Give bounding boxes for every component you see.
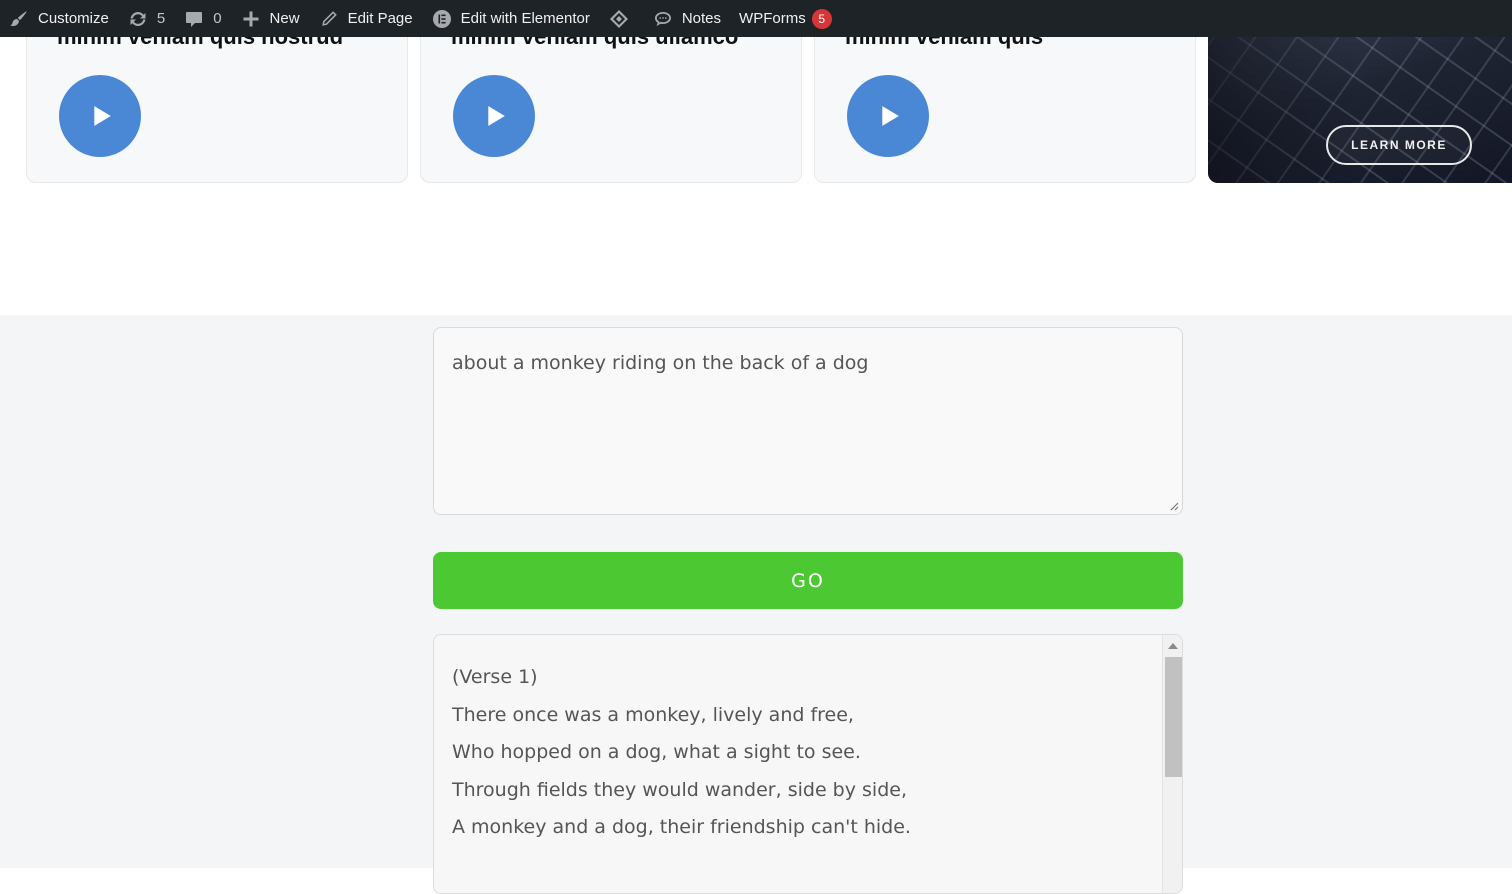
play-button[interactable] [847, 75, 929, 157]
output-line: There once was a monkey, lively and free… [452, 703, 854, 726]
comments-count: 0 [213, 10, 222, 27]
output-line: Through fields they would wander, side b… [452, 778, 907, 801]
output-line: Who hopped on a dog, what a sight to see… [452, 741, 861, 763]
notes-link[interactable]: Notes [643, 0, 730, 37]
customize-link[interactable]: Customize [0, 0, 118, 37]
resize-handle-icon[interactable] [1169, 501, 1179, 511]
play-icon [94, 106, 111, 126]
new-label: New [269, 10, 300, 27]
video-cards-section: minim veniam quis nostrud minim veniam q… [0, 37, 1512, 315]
comment-icon [183, 8, 205, 30]
brush-icon [8, 8, 30, 30]
play-icon [882, 106, 899, 126]
scrollbar-thumb[interactable] [1165, 657, 1182, 777]
prompt-text: about a monkey riding on the back of a d… [452, 352, 869, 374]
pencil-icon [318, 8, 340, 30]
notes-label: Notes [681, 10, 722, 27]
output-scrollbar[interactable] [1162, 635, 1182, 893]
edit-with-elementor-label: Edit with Elementor [460, 10, 590, 27]
play-icon [488, 106, 505, 126]
video-card: minim veniam quis ullamco [420, 37, 802, 183]
edit-with-elementor-link[interactable]: Edit with Elementor [422, 0, 599, 37]
output-line: A monkey and a dog, their friendship can… [452, 816, 911, 838]
new-content-link[interactable]: New [231, 0, 309, 37]
video-card: minim veniam quis nostrud [26, 37, 408, 183]
updates-count: 5 [156, 10, 166, 27]
plus-icon [240, 8, 262, 30]
card-title: minim veniam quis nostrud [57, 37, 343, 50]
comments-link[interactable]: 0 [174, 0, 230, 37]
song-generator-section: about a monkey riding on the back of a d… [0, 315, 1512, 894]
scroll-up-arrow-icon[interactable] [1168, 643, 1178, 649]
wpforms-label: WPForms [739, 10, 806, 27]
edit-page-link[interactable]: Edit Page [309, 0, 422, 37]
diamond-icon [608, 8, 630, 30]
prompt-textarea[interactable]: about a monkey riding on the back of a d… [433, 327, 1183, 515]
go-button[interactable]: GO [433, 552, 1183, 609]
play-button[interactable] [453, 75, 535, 157]
promo-image-card: LEARN MORE [1208, 37, 1512, 183]
wp-admin-bar: Customize 5 0 New Edit Page Edit with El… [0, 0, 1512, 37]
output-textarea[interactable]: (Verse 1) There once was a monkey, livel… [433, 634, 1183, 894]
play-button[interactable] [59, 75, 141, 157]
diamond-link[interactable] [599, 0, 643, 37]
output-text: (Verse 1) There once was a monkey, livel… [452, 659, 1152, 847]
refresh-icon [127, 8, 149, 30]
wpforms-link[interactable]: WPForms 5 [730, 0, 841, 37]
wpforms-notification-badge: 5 [811, 8, 832, 29]
updates-link[interactable]: 5 [118, 0, 174, 37]
elementor-icon [431, 8, 453, 30]
output-line: (Verse 1) [452, 666, 538, 688]
card-title: minim veniam quis [845, 37, 1043, 50]
card-title: minim veniam quis ullamco [451, 37, 738, 50]
speech-bubble-icon [652, 8, 674, 30]
learn-more-button[interactable]: LEARN MORE [1326, 125, 1472, 165]
video-card: minim veniam quis [814, 37, 1196, 183]
edit-page-label: Edit Page [347, 10, 413, 27]
customize-label: Customize [38, 10, 109, 27]
